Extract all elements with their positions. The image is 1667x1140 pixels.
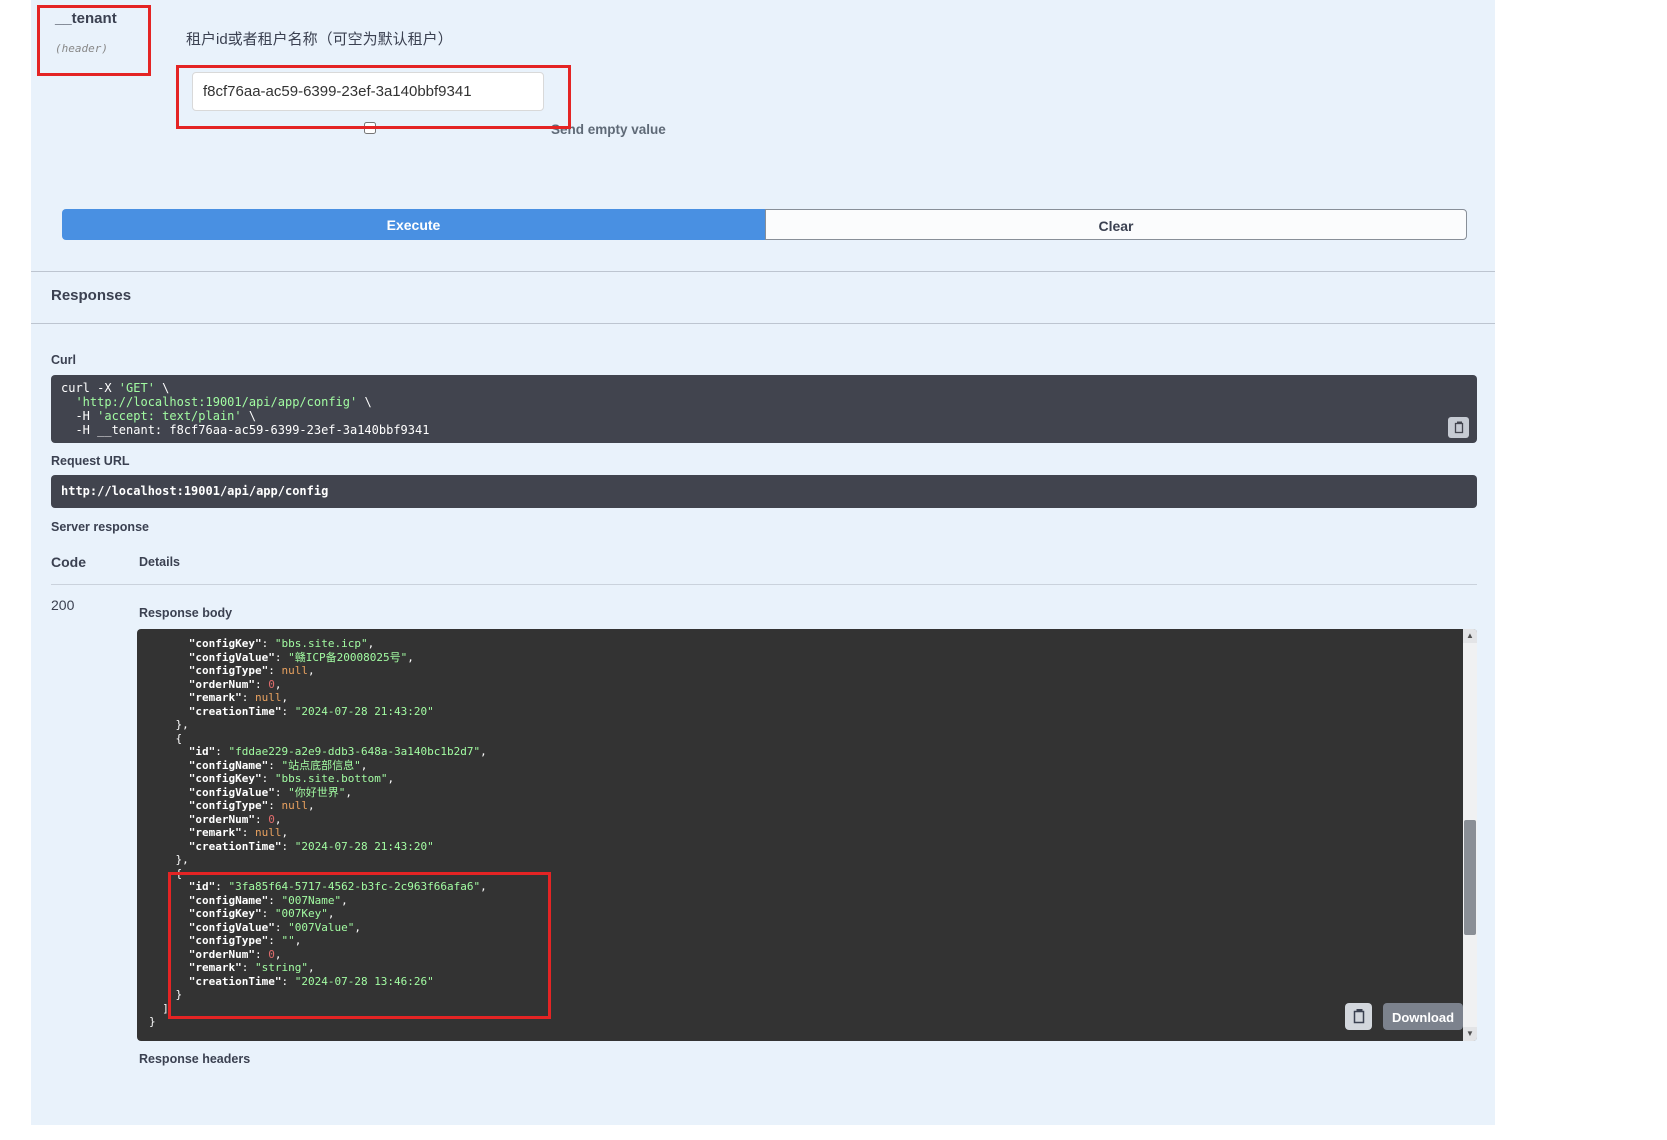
response-body-block: "configKey": "bbs.site.icp", "configValu…: [137, 629, 1477, 1041]
parameter-location: (header): [55, 42, 108, 55]
request-url-text: http://localhost:19001/api/app/config: [51, 475, 1477, 507]
response-body-scrollbar[interactable]: ▲ ▼: [1463, 629, 1477, 1041]
execute-button[interactable]: Execute: [62, 209, 765, 240]
curl-command-block: curl -X 'GET' \ 'http://localhost:19001/…: [51, 375, 1477, 443]
status-code: 200: [51, 597, 74, 613]
copy-response-button[interactable]: [1345, 1003, 1372, 1030]
server-response-label: Server response: [51, 520, 149, 534]
parameter-description: 租户id或者租户名称（可空为默认租户）: [186, 28, 453, 49]
code-column-header: Code: [51, 554, 86, 570]
responses-header-divider: [31, 323, 1495, 324]
send-empty-value-label: Send empty value: [551, 122, 666, 137]
response-body-json: "configKey": "bbs.site.icp", "configValu…: [137, 629, 1477, 1037]
copy-curl-button[interactable]: [1448, 417, 1469, 438]
parameter-name: __tenant: [55, 10, 117, 27]
response-body-label: Response body: [139, 606, 232, 620]
request-url-block: http://localhost:19001/api/app/config: [51, 475, 1477, 508]
copy-icon: [1448, 417, 1469, 438]
curl-label: Curl: [51, 353, 76, 367]
tenant-input[interactable]: [192, 72, 544, 111]
responses-top-divider: [31, 271, 1495, 272]
scrollbar-up-arrow-icon[interactable]: ▲: [1463, 629, 1477, 643]
scrollbar-thumb[interactable]: [1464, 820, 1476, 935]
request-url-label: Request URL: [51, 454, 129, 468]
send-empty-value-checkbox[interactable]: [364, 122, 376, 134]
clear-button[interactable]: Clear: [765, 209, 1467, 240]
response-headers-label: Response headers: [139, 1052, 250, 1066]
details-column-header: Details: [139, 555, 180, 569]
swagger-ui-page: __tenant (header) 租户id或者租户名称（可空为默认租户） Se…: [0, 0, 1667, 1140]
download-button[interactable]: Download: [1383, 1003, 1463, 1030]
response-table-divider: [51, 584, 1477, 585]
copy-icon: [1345, 1003, 1372, 1030]
curl-command-text: curl -X 'GET' \ 'http://localhost:19001/…: [51, 375, 1477, 443]
responses-title: Responses: [51, 287, 131, 304]
scrollbar-down-arrow-icon[interactable]: ▼: [1463, 1027, 1477, 1041]
